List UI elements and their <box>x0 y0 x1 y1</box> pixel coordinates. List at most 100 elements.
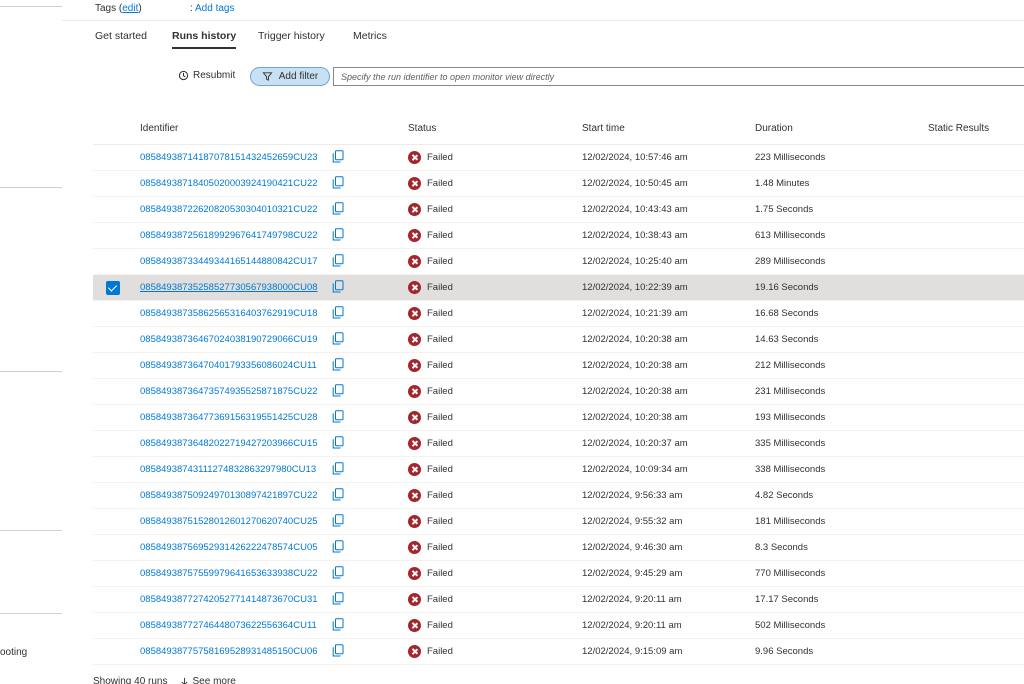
tab-get-started[interactable]: Get started <box>95 29 147 49</box>
copy-icon[interactable] <box>332 228 344 241</box>
status-text: Failed <box>427 282 453 293</box>
table-row[interactable]: 08584938756952931426222478574CU05 Failed 1… <box>93 535 1024 561</box>
table-row[interactable]: 08584938736473574935525871875CU22 Failed 1… <box>93 379 1024 405</box>
run-identifier-link[interactable]: 08584938743111274832863297980CU13 <box>140 464 316 475</box>
header-divider <box>62 20 1024 21</box>
run-identifier-link[interactable]: 08584938751528012601270620740CU25 <box>140 516 318 527</box>
tab-trigger-history[interactable]: Trigger history <box>258 29 325 49</box>
copy-icon[interactable] <box>332 514 344 527</box>
table-row[interactable]: 08584938718405020003924190421CU22 Failed 1… <box>93 171 1024 197</box>
copy-icon[interactable] <box>332 488 344 501</box>
copy-icon[interactable] <box>332 540 344 553</box>
status-cell: Failed <box>408 359 453 372</box>
run-identifier-link[interactable]: 08584938735862565316403762919CU18 <box>140 308 318 319</box>
run-identifier-link[interactable]: 08584938736477369156319551425CU28 <box>140 412 318 423</box>
run-identifier-link[interactable]: 08584938714187078151432452659CU23 <box>140 152 318 163</box>
copy-icon[interactable] <box>332 254 344 267</box>
row-checkbox[interactable] <box>106 281 120 295</box>
add-tags-link[interactable]: Add tags <box>195 3 234 14</box>
add-filter-button[interactable]: Add filter <box>250 67 330 86</box>
run-identifier-link[interactable]: 08584938756952931426222478574CU05 <box>140 542 318 553</box>
copy-icon[interactable] <box>332 384 344 397</box>
run-identifier-link[interactable]: 08584938725618992967641749798CU22 <box>140 230 318 241</box>
table-row[interactable]: 08584938733449344165144880842CU17 Failed 1… <box>93 249 1024 275</box>
table-row[interactable]: 08584938736470401793356086024CU11 Failed 1… <box>93 353 1024 379</box>
see-more-label: See more <box>192 676 236 684</box>
run-identifier-link[interactable]: 08584938736482022719427203966CU15 <box>140 438 318 449</box>
run-identifier-link[interactable]: 08584938772742052771414873670CU31 <box>140 594 318 605</box>
table-row[interactable]: 08584938750924970130897421897CU22 Failed 1… <box>93 483 1024 509</box>
copy-icon[interactable] <box>332 306 344 319</box>
table-row[interactable]: 08584938743111274832863297980CU13 Failed 1… <box>93 457 1024 483</box>
table-row[interactable]: 08584938725618992967641749798CU22 Failed 1… <box>93 223 1024 249</box>
see-more-link[interactable]: See more <box>180 676 236 684</box>
duration-cell: 335 Milliseconds <box>755 438 826 449</box>
table-row[interactable]: 08584938751528012601270620740CU25 Failed 1… <box>93 509 1024 535</box>
duration-cell: 9.96 Seconds <box>755 646 814 657</box>
tab-runs-history[interactable]: Runs history <box>172 29 237 49</box>
tab-metrics[interactable]: Metrics <box>353 29 387 49</box>
copy-icon[interactable] <box>332 462 344 475</box>
status-text: Failed <box>427 152 453 163</box>
copy-icon[interactable] <box>332 358 344 371</box>
table-row[interactable]: 08584938735862565316403762919CU18 Failed 1… <box>93 301 1024 327</box>
run-identifier-link[interactable]: 08584938722620820530304010321CU22 <box>140 204 318 215</box>
copy-icon[interactable] <box>332 410 344 423</box>
run-identifier-link[interactable]: 08584938733449344165144880842CU17 <box>140 256 318 267</box>
tags-edit-link[interactable]: edit <box>122 3 138 14</box>
run-identifier-link[interactable]: 08584938736467024038190729066CU19 <box>140 334 318 345</box>
table-row[interactable]: 08584938735258527730567938000CU08 Failed 1… <box>93 275 1024 301</box>
failed-status-icon <box>408 411 421 424</box>
copy-icon[interactable] <box>332 202 344 215</box>
nav-divider <box>0 187 62 188</box>
nav-item-troubleshooting[interactable]: ooting <box>0 647 27 658</box>
table-row[interactable]: 08584938772742052771414873670CU31 Failed 1… <box>93 587 1024 613</box>
column-header-status[interactable]: Status <box>408 123 436 134</box>
filter-icon <box>262 72 273 81</box>
table-row[interactable]: 08584938757559979641653633938CU22 Failed 1… <box>93 561 1024 587</box>
status-cell: Failed <box>408 463 453 476</box>
start-time-cell: 12/02/2024, 9:20:11 am <box>582 594 682 605</box>
copy-icon[interactable] <box>332 566 344 579</box>
column-header-start-time[interactable]: Start time <box>582 123 625 134</box>
copy-icon[interactable] <box>332 176 344 189</box>
table-row[interactable]: 08584938714187078151432452659CU23 Failed 1… <box>93 145 1024 171</box>
status-text: Failed <box>427 230 453 241</box>
table-row[interactable]: 08584938736482022719427203966CU15 Failed 1… <box>93 431 1024 457</box>
run-identifier-link[interactable]: 08584938735258527730567938000CU08 <box>140 282 318 293</box>
table-row[interactable]: 08584938736467024038190729066CU19 Failed 1… <box>93 327 1024 353</box>
run-identifier-link[interactable]: 08584938757559979641653633938CU22 <box>140 568 318 579</box>
status-text: Failed <box>427 360 453 371</box>
copy-icon[interactable] <box>332 436 344 449</box>
column-header-static-results[interactable]: Static Results <box>928 123 989 134</box>
copy-icon[interactable] <box>332 332 344 345</box>
table-row[interactable]: 08584938775758169528931485150CU06 Failed 1… <box>93 639 1024 665</box>
table-row[interactable]: 08584938772746448073622556364CU11 Failed 1… <box>93 613 1024 639</box>
column-header-duration[interactable]: Duration <box>755 123 793 134</box>
table-row[interactable]: 08584938736477369156319551425CU28 Failed 1… <box>93 405 1024 431</box>
status-cell: Failed <box>408 255 453 268</box>
run-identifier-link[interactable]: 08584938775758169528931485150CU06 <box>140 646 318 657</box>
status-text: Failed <box>427 438 453 449</box>
column-header-identifier[interactable]: Identifier <box>140 123 178 134</box>
copy-icon[interactable] <box>332 644 344 657</box>
run-identifier-search-input[interactable] <box>333 67 1024 86</box>
copy-icon[interactable] <box>332 618 344 631</box>
copy-icon[interactable] <box>332 280 344 293</box>
run-identifier-link[interactable]: 08584938750924970130897421897CU22 <box>140 490 318 501</box>
duration-cell: 19.16 Seconds <box>755 282 819 293</box>
run-identifier-link[interactable]: 08584938772746448073622556364CU11 <box>140 620 317 631</box>
status-cell: Failed <box>408 593 453 606</box>
status-text: Failed <box>427 620 453 631</box>
run-identifier-link[interactable]: 08584938736473574935525871875CU22 <box>140 386 318 397</box>
copy-icon[interactable] <box>332 592 344 605</box>
duration-cell: 770 Milliseconds <box>755 568 826 579</box>
status-cell: Failed <box>408 333 453 346</box>
status-text: Failed <box>427 386 453 397</box>
run-identifier-link[interactable]: 08584938736470401793356086024CU11 <box>140 360 317 371</box>
copy-icon[interactable] <box>332 150 344 163</box>
run-identifier-link[interactable]: 08584938718405020003924190421CU22 <box>140 178 318 189</box>
table-row[interactable]: 08584938722620820530304010321CU22 Failed 1… <box>93 197 1024 223</box>
resubmit-button[interactable]: Resubmit <box>178 70 235 81</box>
nav-divider <box>0 530 62 531</box>
